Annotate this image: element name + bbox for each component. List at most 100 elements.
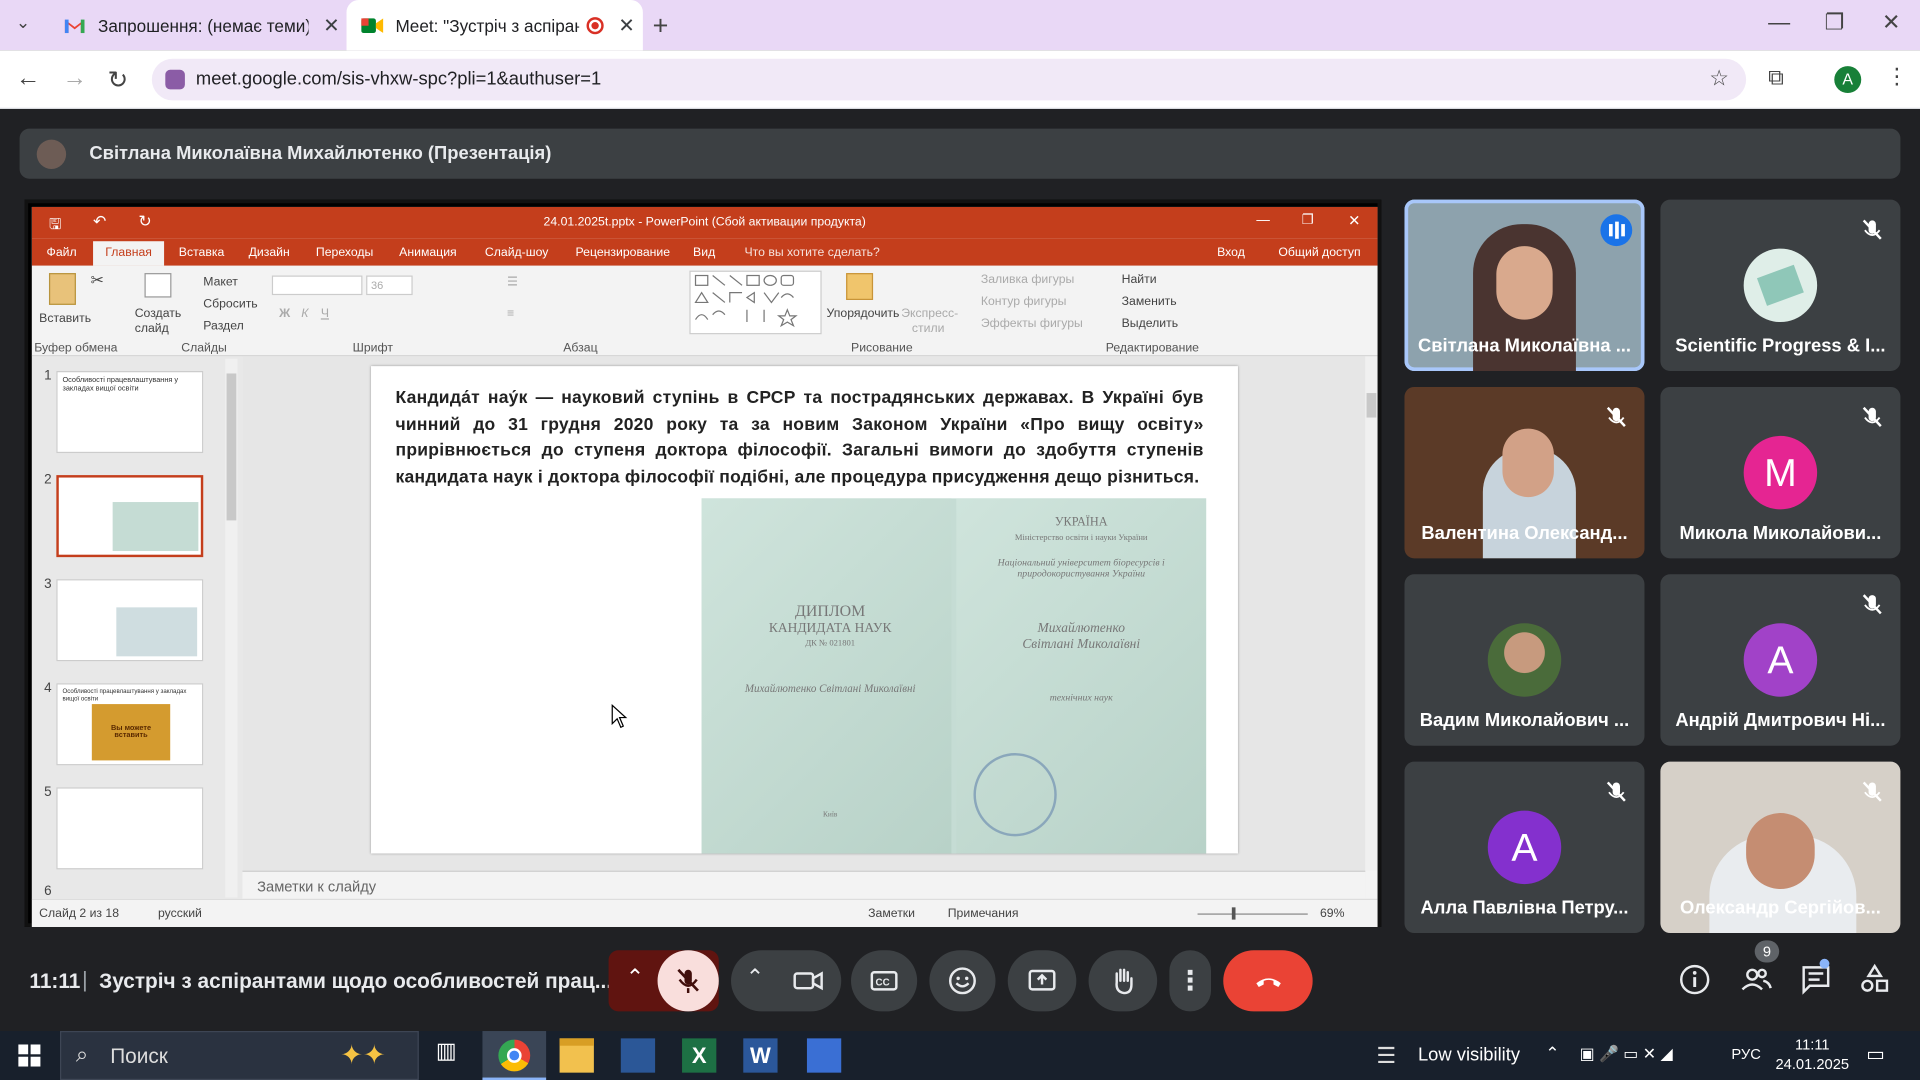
address-bar[interactable]: meet.google.com/sis-vhxw-spc?pli=1&authu… [151,58,1747,101]
shape-effects-button[interactable]: Эффекты фигуры [981,317,1083,330]
participant-tile-6[interactable]: A Андрій Дмитрович Ні... [1660,574,1901,746]
font-size-select[interactable]: 36 [366,275,413,296]
tab-file[interactable]: Файл [47,246,77,259]
input-language[interactable]: РУС [1731,1046,1760,1063]
slide-thumb-3[interactable] [56,579,204,662]
forward-icon[interactable]: → [62,65,86,93]
replace-button[interactable]: Заменить [1122,295,1177,308]
tab-view[interactable]: Вид [693,246,715,259]
close-window-icon[interactable]: ✕ [1882,10,1900,36]
participant-tile-8[interactable]: Олександр Сергійов... [1660,761,1901,934]
repeat-icon[interactable]: ↻ [138,212,151,232]
shape-outline-button[interactable]: Контур фигуры [981,295,1067,308]
select-button[interactable]: Выделить [1122,317,1178,330]
notifications-icon[interactable]: ▭ [1866,1042,1885,1066]
editor-scrollbar[interactable] [1365,356,1378,871]
italic-icon[interactable]: К [301,307,308,320]
slide-notes[interactable]: Заметки к слайду [242,870,1366,899]
underline-icon[interactable]: Ч [321,307,329,320]
participant-tile-5[interactable]: Вадим Миколайович ... [1404,574,1645,746]
camera-button-group[interactable]: ⌃ [731,950,842,1012]
save-icon[interactable]: 🖫 [49,213,62,239]
meeting-details-icon[interactable] [1678,962,1712,1002]
comments-button[interactable]: Примечания [948,907,1019,920]
tab-animations[interactable]: Анимация [399,246,456,259]
close-icon[interactable]: ✕ [1348,212,1360,229]
minimize-icon[interactable]: — [1256,213,1269,228]
zoom-slider[interactable] [1197,907,1308,920]
extensions-icon[interactable]: ⧉ [1768,65,1784,91]
close-icon[interactable]: ✕ [618,13,634,37]
participant-tile-1[interactable]: Світлана Миколаївна ... [1404,199,1645,372]
section-button[interactable]: Раздел [203,320,243,333]
restore-icon[interactable]: ❐ [1302,212,1314,228]
shape-fill-button[interactable]: Заливка фигуры [981,273,1075,286]
start-icon[interactable] [18,1044,41,1067]
layout-button[interactable]: Макет [203,276,238,289]
participant-tile-4[interactable]: M Микола Миколайови... [1660,386,1901,559]
word-icon[interactable]: W [743,1038,778,1073]
bullets-icon[interactable]: ☰ [507,276,518,289]
tab-search-icon[interactable]: ⌄ [16,12,30,33]
thumbs-scrollbar[interactable] [225,358,238,898]
profile-avatar[interactable]: A [1834,66,1862,94]
chat-icon[interactable] [1799,962,1833,1002]
calculator-icon[interactable] [806,1038,842,1073]
tab-home[interactable]: Главная [93,241,165,266]
excel-icon[interactable]: X [682,1038,717,1073]
present-button[interactable] [1007,950,1077,1012]
arrange-button[interactable]: Упорядочить [827,307,900,320]
slide-thumb-1[interactable]: Особливості працевлаштування у закладах … [56,371,204,454]
tab-insert[interactable]: Вставка [179,246,225,259]
tab-review[interactable]: Рецензирование [576,246,671,259]
tray-icons[interactable]: ▣ 🎤 ▭ ✕ ◢ [1580,1044,1673,1064]
participant-tile-2[interactable]: Scientific Progress & I... [1660,199,1901,372]
tab-meet[interactable]: Meet: "Зустріч з аспірантами ✕ [346,0,643,51]
align-left-icon[interactable]: ≡ [507,307,514,320]
arrange-icon[interactable] [846,273,874,301]
bookmark-star-icon[interactable]: ☆ [1709,66,1729,92]
current-slide[interactable]: Кандида́т нау́к — науковий ступінь в СРС… [371,366,1238,854]
tab-transitions[interactable]: Переходы [316,246,373,259]
new-slide-button[interactable]: Создать слайд [135,307,184,336]
back-icon[interactable]: ← [16,65,40,93]
notes-button[interactable]: Заметки [868,907,915,920]
raise-hand-button[interactable] [1088,950,1158,1012]
undo-icon[interactable]: ↶ [93,212,106,232]
bold-icon[interactable]: Ж [279,307,290,320]
sign-in-link[interactable]: Вход [1217,246,1245,259]
taskbar-search[interactable]: ⌕ Поиск ✦✦ [60,1031,419,1080]
menu-icon[interactable]: ⋮ [1886,64,1908,90]
new-tab-icon[interactable]: + [653,10,669,42]
activities-icon[interactable] [1858,962,1892,1002]
slide-thumb-2[interactable] [56,475,204,558]
chevron-up-icon[interactable]: ⌃ [746,965,764,991]
tell-me-search[interactable]: Что вы хотите сделать? [744,246,879,259]
file-explorer-icon[interactable] [559,1038,594,1073]
zoom-level[interactable]: 69% [1320,907,1345,920]
slide-thumb-5[interactable] [56,787,204,870]
mic-toggle-button[interactable] [657,950,719,1012]
save-app-icon[interactable] [620,1038,656,1073]
tab-slideshow[interactable]: Слайд-шоу [485,246,548,259]
more-options-button[interactable]: ⋮ [1169,950,1212,1012]
new-slide-icon[interactable] [144,273,172,298]
tab-gmail[interactable]: Запрошення: (немає теми) @ ✕ [54,0,343,50]
participant-tile-7[interactable]: A Алла Павлівна Петру... [1404,761,1645,934]
site-info-icon[interactable] [165,69,185,90]
emoji-button[interactable] [929,950,996,1012]
taskbar-chrome[interactable] [482,1031,547,1080]
leave-call-button[interactable] [1223,950,1313,1012]
express-styles-button[interactable]: Экспресс-стили [901,307,958,336]
paste-icon[interactable] [48,273,76,305]
people-icon[interactable] [1739,962,1773,1002]
paste-button[interactable]: Вставить [39,312,91,325]
reload-icon[interactable]: ↻ [108,65,129,96]
cut-icon[interactable]: ✂ [91,271,104,291]
participant-tile-3[interactable]: Валентина Олександ... [1404,386,1645,559]
system-clock[interactable]: 11:11 24.01.2025 [1776,1035,1850,1074]
weather-text[interactable]: Low visibility [1418,1044,1520,1065]
captions-button[interactable]: CC [851,950,918,1012]
close-icon[interactable]: ✕ [323,13,339,37]
tray-chevron-icon[interactable]: ⌃ [1545,1043,1559,1064]
